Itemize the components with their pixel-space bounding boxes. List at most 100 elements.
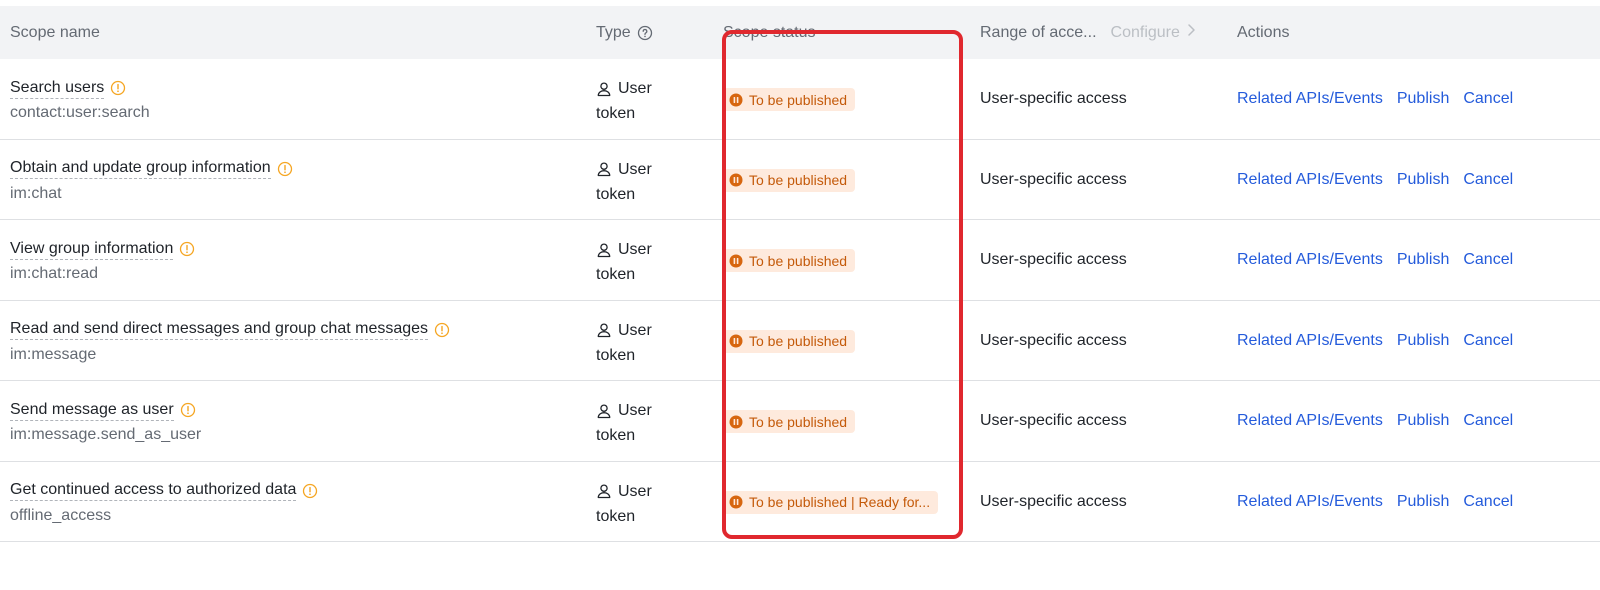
cancel-link[interactable]: Cancel [1463, 491, 1513, 513]
scopes-table: Scope name Type Scope status Range of ac… [0, 6, 1600, 542]
status-badge: To be published [723, 168, 856, 192]
cancel-link[interactable]: Cancel [1463, 169, 1513, 191]
warning-circle-icon[interactable] [277, 161, 293, 177]
scope-title[interactable]: Search users [10, 78, 105, 99]
scope-name-cell: Send message as user im:message.send_as_… [10, 398, 201, 445]
publish-link[interactable]: Publish [1397, 330, 1449, 352]
scope-title[interactable]: Get continued access to authorized data [10, 480, 297, 501]
status-cell: To be published [723, 168, 856, 193]
header-range: Range of acce... Configure [980, 6, 1196, 59]
scope-name-cell: Obtain and update group information im:c… [10, 157, 293, 204]
table-row: Get continued access to authorized data … [0, 462, 1600, 542]
user-icon [596, 322, 612, 338]
status-text: To be published [749, 252, 848, 269]
related-apis-link[interactable]: Related APIs/Events [1237, 330, 1383, 352]
chevron-right-icon [1186, 6, 1196, 59]
table-row: Obtain and update group information im:c… [0, 140, 1600, 220]
pause-circle-icon [729, 254, 743, 268]
status-cell: To be published [723, 249, 856, 273]
publish-link[interactable]: Publish [1397, 169, 1449, 191]
status-badge: To be published [723, 329, 856, 353]
actions-cell: Related APIs/Events Publish Cancel [1237, 88, 1513, 110]
scope-code: im:message.send_as_user [10, 426, 202, 443]
status-cell: To be published [723, 329, 856, 354]
type-label: User [618, 241, 652, 258]
warning-circle-icon[interactable] [180, 402, 196, 418]
status-cell: To be published [723, 88, 856, 112]
type-cell: User token [596, 479, 652, 529]
status-badge: To be published [723, 249, 856, 272]
type-label-2: token [596, 185, 636, 203]
related-apis-link[interactable]: Related APIs/Events [1237, 169, 1383, 191]
related-apis-link[interactable]: Related APIs/Events [1237, 410, 1383, 432]
range-cell: User-specific access [980, 170, 1127, 188]
status-badge: To be published [723, 410, 856, 433]
publish-link[interactable]: Publish [1397, 249, 1449, 271]
header-range-label: Range of acce... [980, 24, 1097, 41]
scope-title[interactable]: View group information [10, 239, 174, 260]
related-apis-link[interactable]: Related APIs/Events [1237, 88, 1383, 110]
warning-circle-icon[interactable] [434, 322, 450, 338]
type-cell: User token [596, 318, 652, 368]
status-text: To be published [749, 91, 848, 108]
type-label-2: token [596, 266, 636, 283]
cancel-link[interactable]: Cancel [1463, 330, 1513, 352]
type-label: User [618, 402, 652, 419]
warning-circle-icon[interactable] [302, 483, 318, 499]
publish-link[interactable]: Publish [1397, 491, 1449, 513]
related-apis-link[interactable]: Related APIs/Events [1237, 491, 1383, 513]
type-label: User [618, 160, 652, 178]
configure-label: Configure [1110, 24, 1180, 41]
scope-name-cell: Search users contact:user:search [10, 76, 150, 123]
type-cell: User token [596, 157, 652, 207]
cancel-link[interactable]: Cancel [1463, 410, 1513, 432]
actions-cell: Related APIs/Events Publish Cancel [1237, 491, 1513, 513]
range-cell: User-specific access [980, 492, 1127, 510]
type-cell: User token [596, 237, 652, 287]
cancel-link[interactable]: Cancel [1463, 88, 1513, 110]
header-scope-name: Scope name [10, 24, 100, 41]
status-badge: To be published [723, 88, 856, 111]
empty-area [0, 545, 1600, 590]
type-label-2: token [596, 346, 636, 364]
warning-circle-icon[interactable] [179, 241, 195, 257]
table-row: View group information im:chat:read User… [0, 220, 1600, 301]
pause-circle-icon [729, 415, 743, 429]
range-cell: User-specific access [980, 251, 1127, 268]
scope-title[interactable]: Obtain and update group information [10, 158, 271, 179]
type-label-2: token [596, 427, 636, 444]
header-actions: Actions [1237, 24, 1290, 41]
status-text: To be published [749, 333, 848, 349]
question-circle-icon[interactable] [637, 25, 653, 41]
warning-circle-icon[interactable] [110, 80, 126, 96]
configure-button[interactable]: Configure [1111, 6, 1196, 59]
publish-link[interactable]: Publish [1397, 410, 1449, 432]
user-icon [596, 403, 612, 419]
scope-code: im:chat [10, 184, 62, 202]
status-text: To be published [749, 413, 848, 430]
scope-name-cell: View group information im:chat:read [10, 237, 195, 284]
header-type-label: Type [596, 24, 631, 41]
type-label: User [618, 482, 652, 500]
related-apis-link[interactable]: Related APIs/Events [1237, 249, 1383, 271]
type-label: User [618, 321, 652, 339]
scope-title[interactable]: Send message as user [10, 400, 174, 421]
scope-title[interactable]: Read and send direct messages and group … [10, 319, 429, 340]
table-row: Send message as user im:message.send_as_… [0, 381, 1600, 462]
actions-cell: Related APIs/Events Publish Cancel [1237, 249, 1513, 271]
cancel-link[interactable]: Cancel [1463, 249, 1513, 271]
type-label: User [618, 80, 652, 97]
actions-cell: Related APIs/Events Publish Cancel [1237, 169, 1513, 191]
publish-link[interactable]: Publish [1397, 88, 1449, 110]
scope-code: im:message [10, 345, 97, 363]
status-badge: To be published | Ready for... [723, 490, 939, 514]
status-text: To be published [749, 172, 848, 188]
actions-cell: Related APIs/Events Publish Cancel [1237, 330, 1513, 352]
table-row: Read and send direct messages and group … [0, 301, 1600, 381]
scope-code: offline_access [10, 506, 112, 524]
header-type: Type [596, 6, 653, 59]
table-body: Search users contact:user:search User to… [0, 59, 1600, 542]
user-icon [596, 242, 612, 258]
status-text: To be published | Ready for... [749, 494, 931, 510]
header-scope-status: Scope status [723, 24, 816, 41]
